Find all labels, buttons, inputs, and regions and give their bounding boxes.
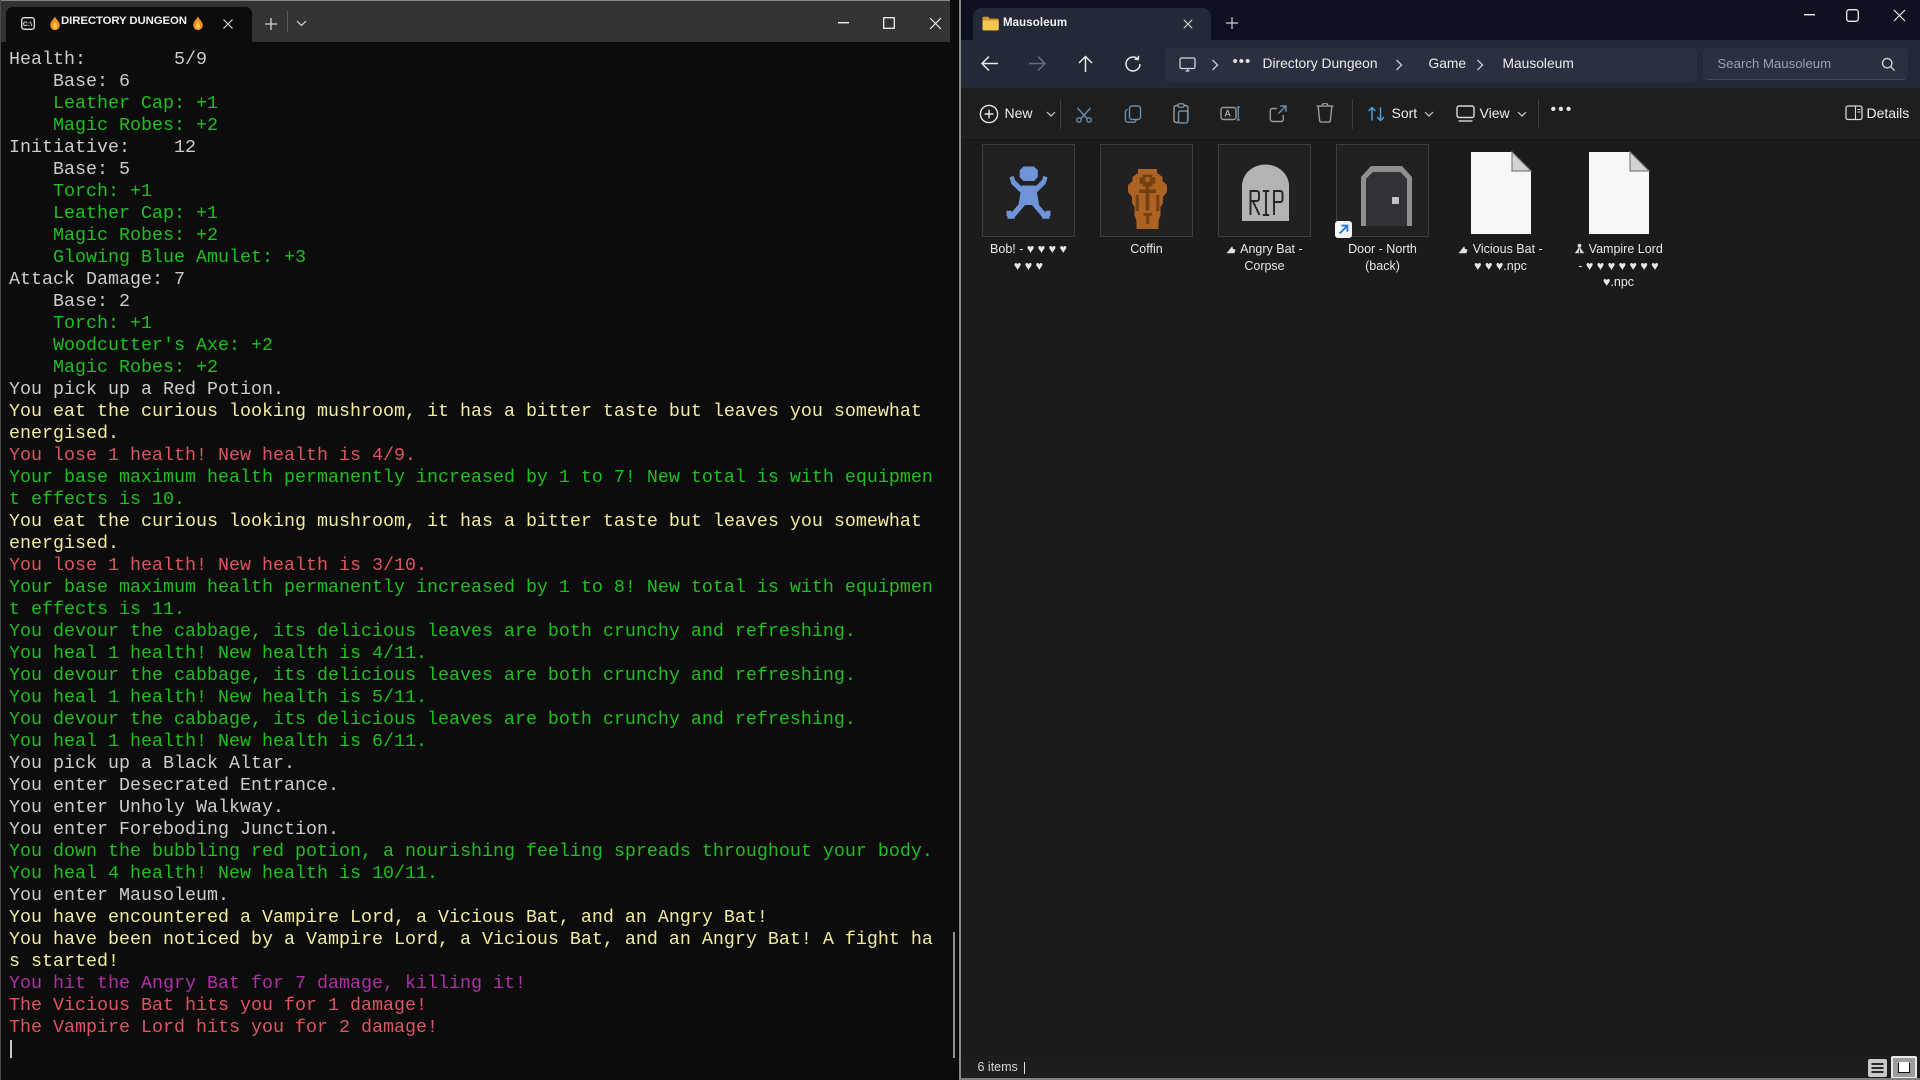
svg-text:C:\: C:\ (23, 21, 32, 28)
svg-text:A: A (1224, 109, 1230, 119)
